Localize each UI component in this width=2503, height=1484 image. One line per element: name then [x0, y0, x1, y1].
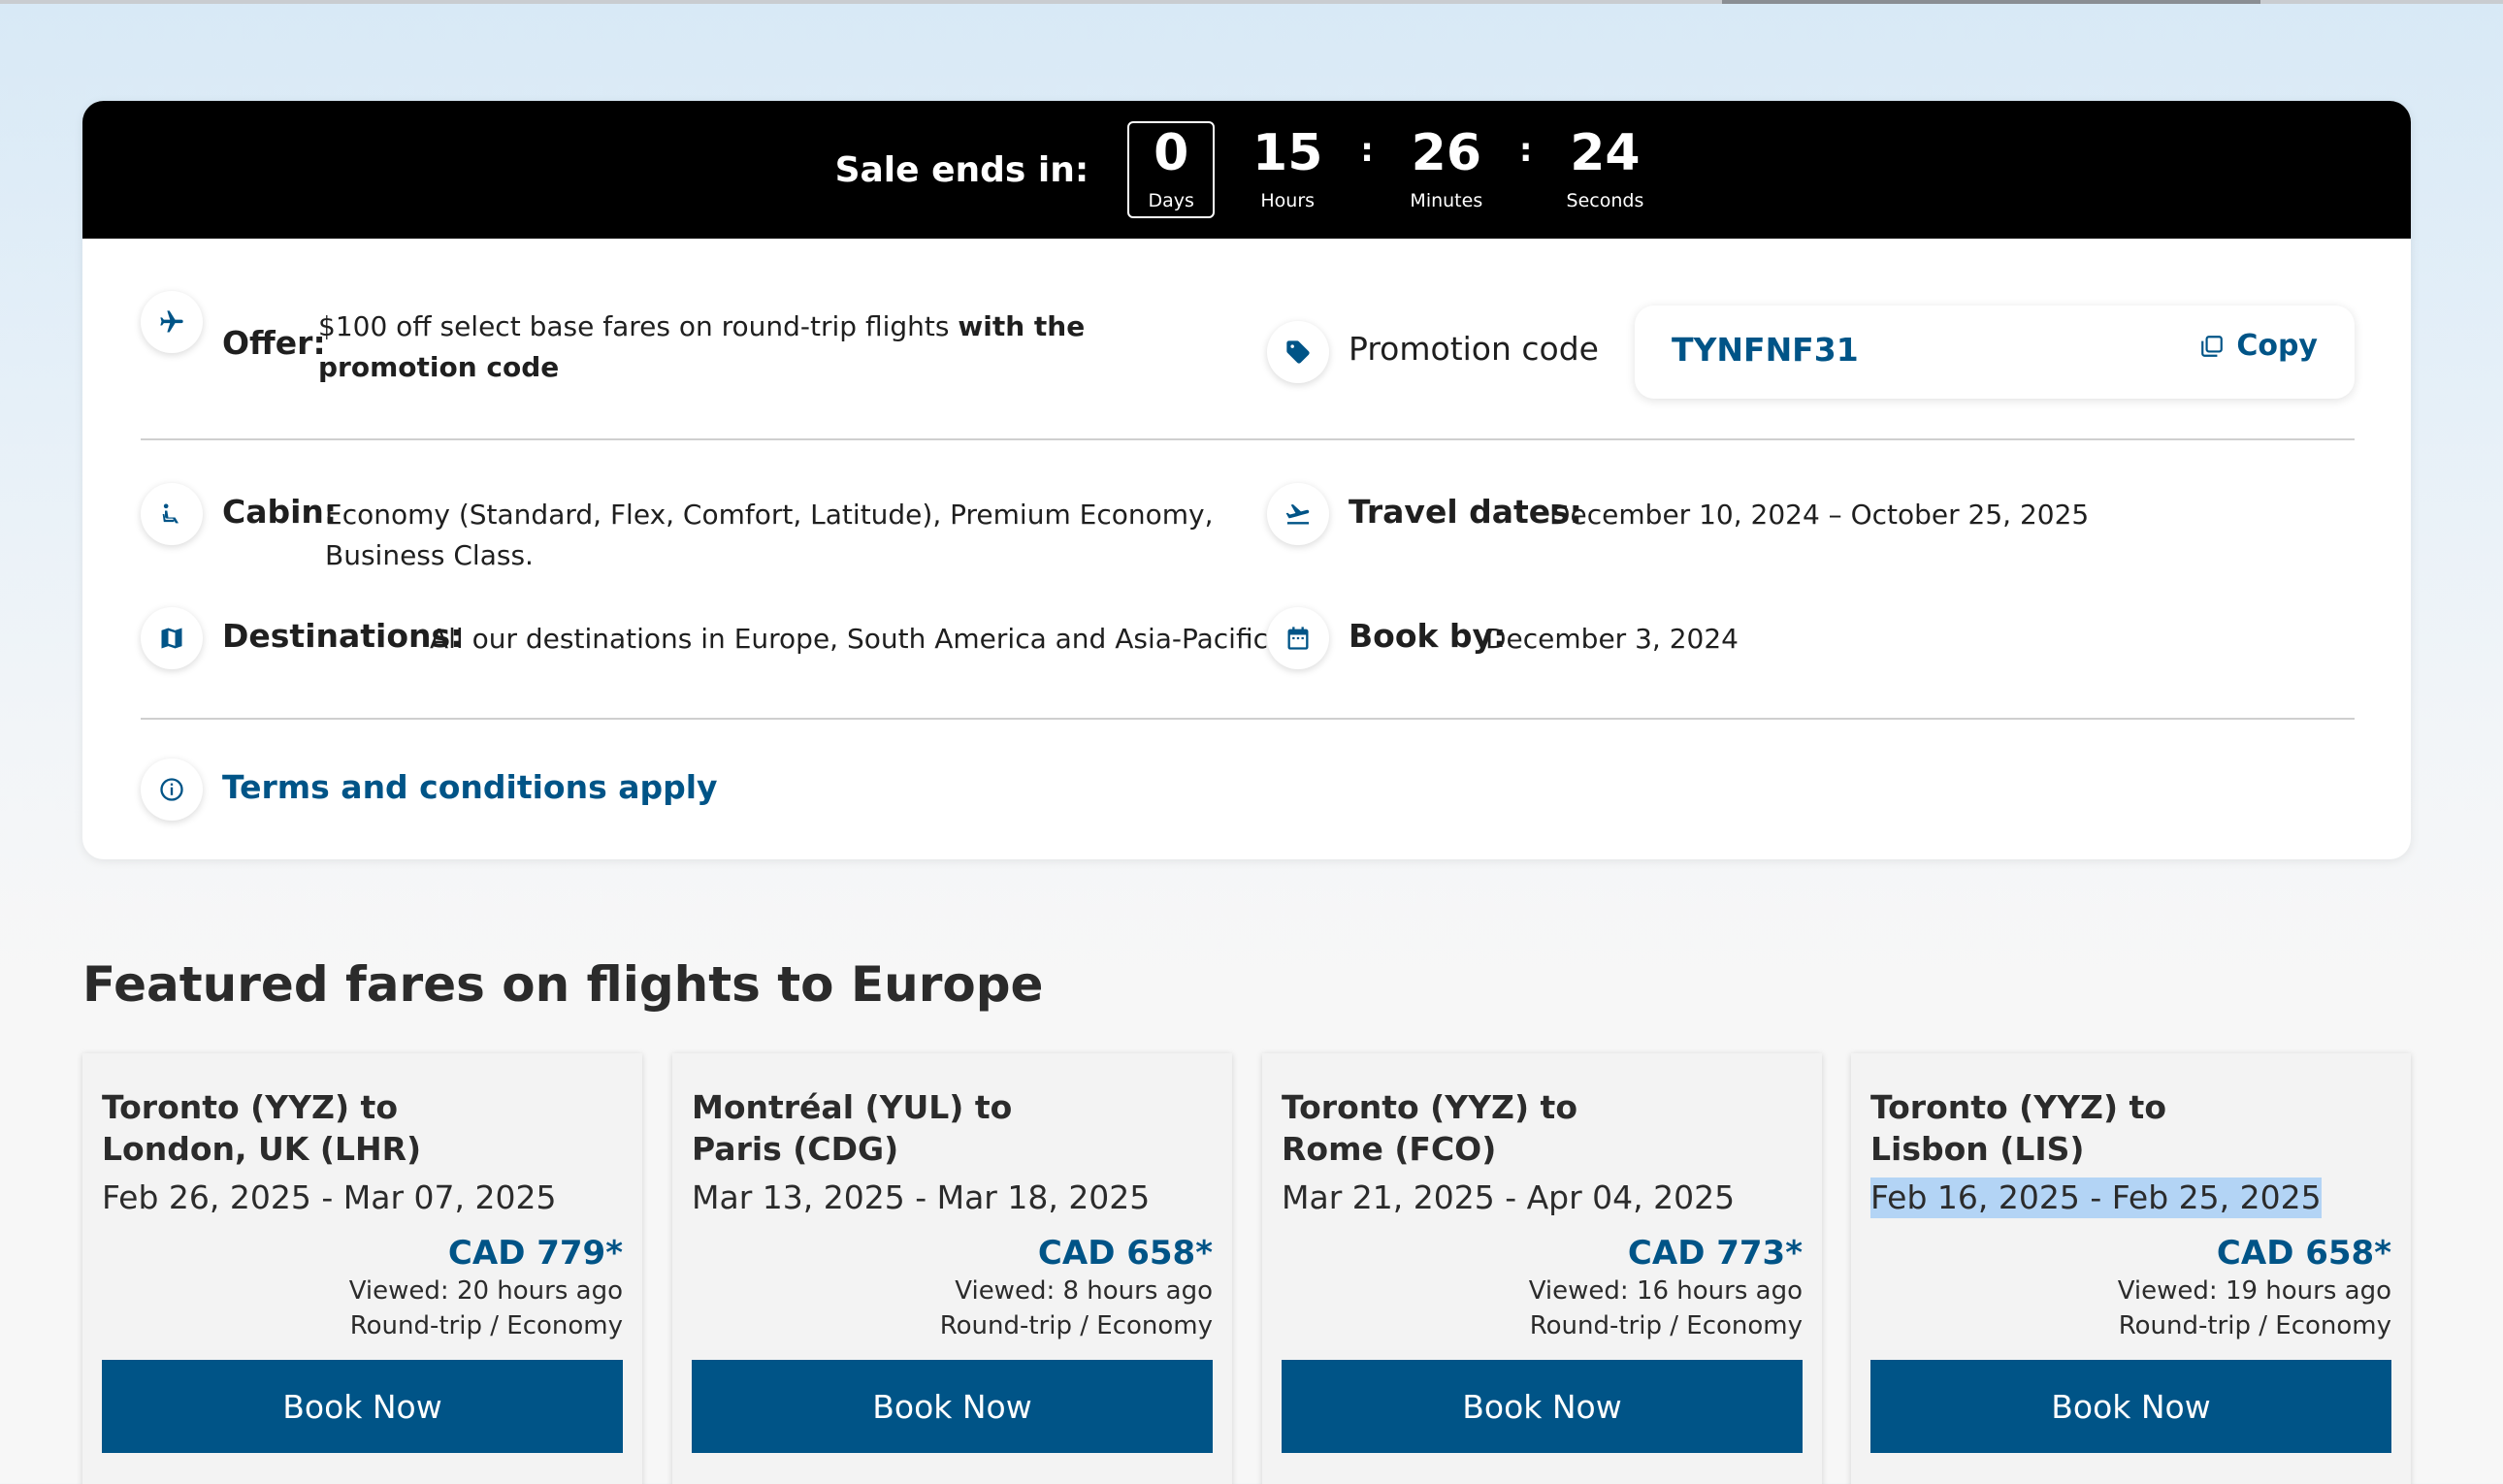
countdown-separator: :: [1518, 131, 1533, 170]
fare-route-destination: Lisbon (LIS): [1870, 1130, 2085, 1168]
fare-route: Toronto (YYZ) to Rome (FCO): [1282, 1086, 1805, 1170]
book-now-button[interactable]: Book Now: [1870, 1360, 2391, 1453]
info-icon: [141, 758, 203, 821]
cabin-value: Economy (Standard, Flex, Comfort, Latitu…: [325, 495, 1213, 576]
calendar-icon: [1267, 607, 1329, 669]
fare-dates: Mar 13, 2025 - Mar 18, 2025: [692, 1178, 1151, 1216]
fare-card[interactable]: Toronto (YYZ) to Lisbon (LIS) Feb 16, 20…: [1851, 1053, 2411, 1484]
countdown-hours: 15 Hours: [1234, 121, 1341, 218]
offer-label: Offer:: [222, 324, 326, 362]
fare-route: Montréal (YUL) to Paris (CDG): [692, 1086, 1216, 1170]
copy-label: Copy: [2236, 329, 2318, 363]
promotion-code-box: TYNFNF31 Copy: [1635, 306, 2355, 399]
book-by-value: December 3, 2024: [1485, 623, 1739, 655]
fare-dates: Feb 26, 2025 - Mar 07, 2025: [102, 1178, 557, 1216]
tag-icon: [1267, 321, 1329, 383]
countdown-separator: :: [1360, 131, 1374, 170]
copy-icon: [2201, 335, 2224, 357]
days-label: Days: [1148, 190, 1194, 211]
sale-ends-label: Sale ends in:: [834, 149, 1089, 190]
divider: [141, 438, 2355, 440]
featured-title: Featured fares on flights to Europe: [82, 956, 1044, 1013]
countdown-days: 0 Days: [1127, 121, 1216, 218]
fare-route-destination: Rome (FCO): [1282, 1130, 1497, 1168]
fare-card[interactable]: Toronto (YYZ) to London, UK (LHR) Feb 26…: [82, 1053, 642, 1484]
days-value: 0: [1154, 124, 1189, 182]
hours-value: 15: [1252, 124, 1323, 182]
cabin-label: Cabin:: [222, 493, 338, 531]
promotion-code-label: Promotion code: [1349, 330, 1599, 368]
fare-price: CAD 658*: [2216, 1234, 2391, 1273]
destinations-value: All our destinations in Europe, South Am…: [430, 623, 1277, 655]
book-by-label: Book by:: [1349, 617, 1507, 655]
countdown-seconds: 24 Seconds: [1551, 121, 1658, 218]
fare-price: CAD 658*: [1037, 1234, 1213, 1273]
offer-description: $100 off select base fares on round-trip…: [318, 310, 959, 342]
fare-viewed: Viewed: 16 hours ago: [1528, 1276, 1803, 1306]
countdown-minutes: 26 Minutes: [1393, 121, 1500, 218]
fare-route-origin: Montréal (YUL) to: [692, 1088, 1013, 1126]
book-now-button[interactable]: Book Now: [692, 1360, 1213, 1453]
fare-card[interactable]: Montréal (YUL) to Paris (CDG) Mar 13, 20…: [672, 1053, 1232, 1484]
departure-icon: [1267, 483, 1329, 545]
map-icon: [141, 607, 203, 669]
minutes-value: 26: [1411, 124, 1482, 182]
seat-icon: [141, 483, 203, 545]
book-now-button[interactable]: Book Now: [102, 1360, 623, 1453]
travel-dates-label: Travel dates:: [1349, 493, 1583, 531]
hours-label: Hours: [1260, 190, 1316, 211]
fare-viewed: Viewed: 20 hours ago: [348, 1276, 623, 1306]
plane-icon: [141, 291, 203, 353]
fare-route-origin: Toronto (YYZ) to: [1282, 1088, 1577, 1126]
seconds-value: 24: [1570, 124, 1641, 182]
fare-type: Round-trip / Economy: [2118, 1311, 2391, 1340]
fare-route: Toronto (YYZ) to Lisbon (LIS): [1870, 1086, 2394, 1170]
fare-route-destination: Paris (CDG): [692, 1130, 899, 1168]
fare-route-origin: Toronto (YYZ) to: [1870, 1088, 2166, 1126]
fare-type: Round-trip / Economy: [349, 1311, 623, 1340]
travel-dates-value: December 10, 2024 – October 25, 2025: [1549, 499, 2090, 531]
fare-type: Round-trip / Economy: [1529, 1311, 1803, 1340]
fare-price: CAD 773*: [1627, 1234, 1803, 1273]
promotion-code-value[interactable]: TYNFNF31: [1672, 331, 1859, 369]
offer-text: $100 off select base fares on round-trip…: [318, 306, 1250, 388]
promo-details: Offer: $100 off select base fares on rou…: [82, 239, 2411, 859]
destinations-label: Destinations:: [222, 617, 464, 655]
fare-price: CAD 779*: [447, 1234, 623, 1273]
fare-route: Toronto (YYZ) to London, UK (LHR): [102, 1086, 626, 1170]
fare-dates: Mar 21, 2025 - Apr 04, 2025: [1282, 1178, 1736, 1216]
countdown-bar: Sale ends in: 0 Days 15 Hours : 26 Minut…: [82, 101, 2411, 239]
scrollbar-thumb[interactable]: [1722, 0, 2260, 4]
fare-viewed: Viewed: 8 hours ago: [955, 1276, 1213, 1306]
fare-dates: Feb 16, 2025 - Feb 25, 2025: [1870, 1178, 2322, 1218]
fare-card[interactable]: Toronto (YYZ) to Rome (FCO) Mar 21, 2025…: [1262, 1053, 1822, 1484]
window-top-scrollbar[interactable]: [0, 0, 2503, 4]
promo-card: Sale ends in: 0 Days 15 Hours : 26 Minut…: [82, 101, 2411, 859]
fare-route-destination: London, UK (LHR): [102, 1130, 422, 1168]
terms-link[interactable]: Terms and conditions apply: [222, 768, 718, 806]
divider: [141, 718, 2355, 720]
fare-route-origin: Toronto (YYZ) to: [102, 1088, 398, 1126]
seconds-label: Seconds: [1566, 190, 1644, 211]
copy-button[interactable]: Copy: [2199, 329, 2318, 363]
book-now-button[interactable]: Book Now: [1282, 1360, 1803, 1453]
fare-viewed: Viewed: 19 hours ago: [2117, 1276, 2391, 1306]
cabin-value-line1: Economy (Standard, Flex, Comfort, Latitu…: [325, 499, 1214, 531]
cabin-value-line2: Business Class.: [325, 539, 534, 571]
fare-type: Round-trip / Economy: [939, 1311, 1213, 1340]
minutes-label: Minutes: [1410, 190, 1483, 211]
